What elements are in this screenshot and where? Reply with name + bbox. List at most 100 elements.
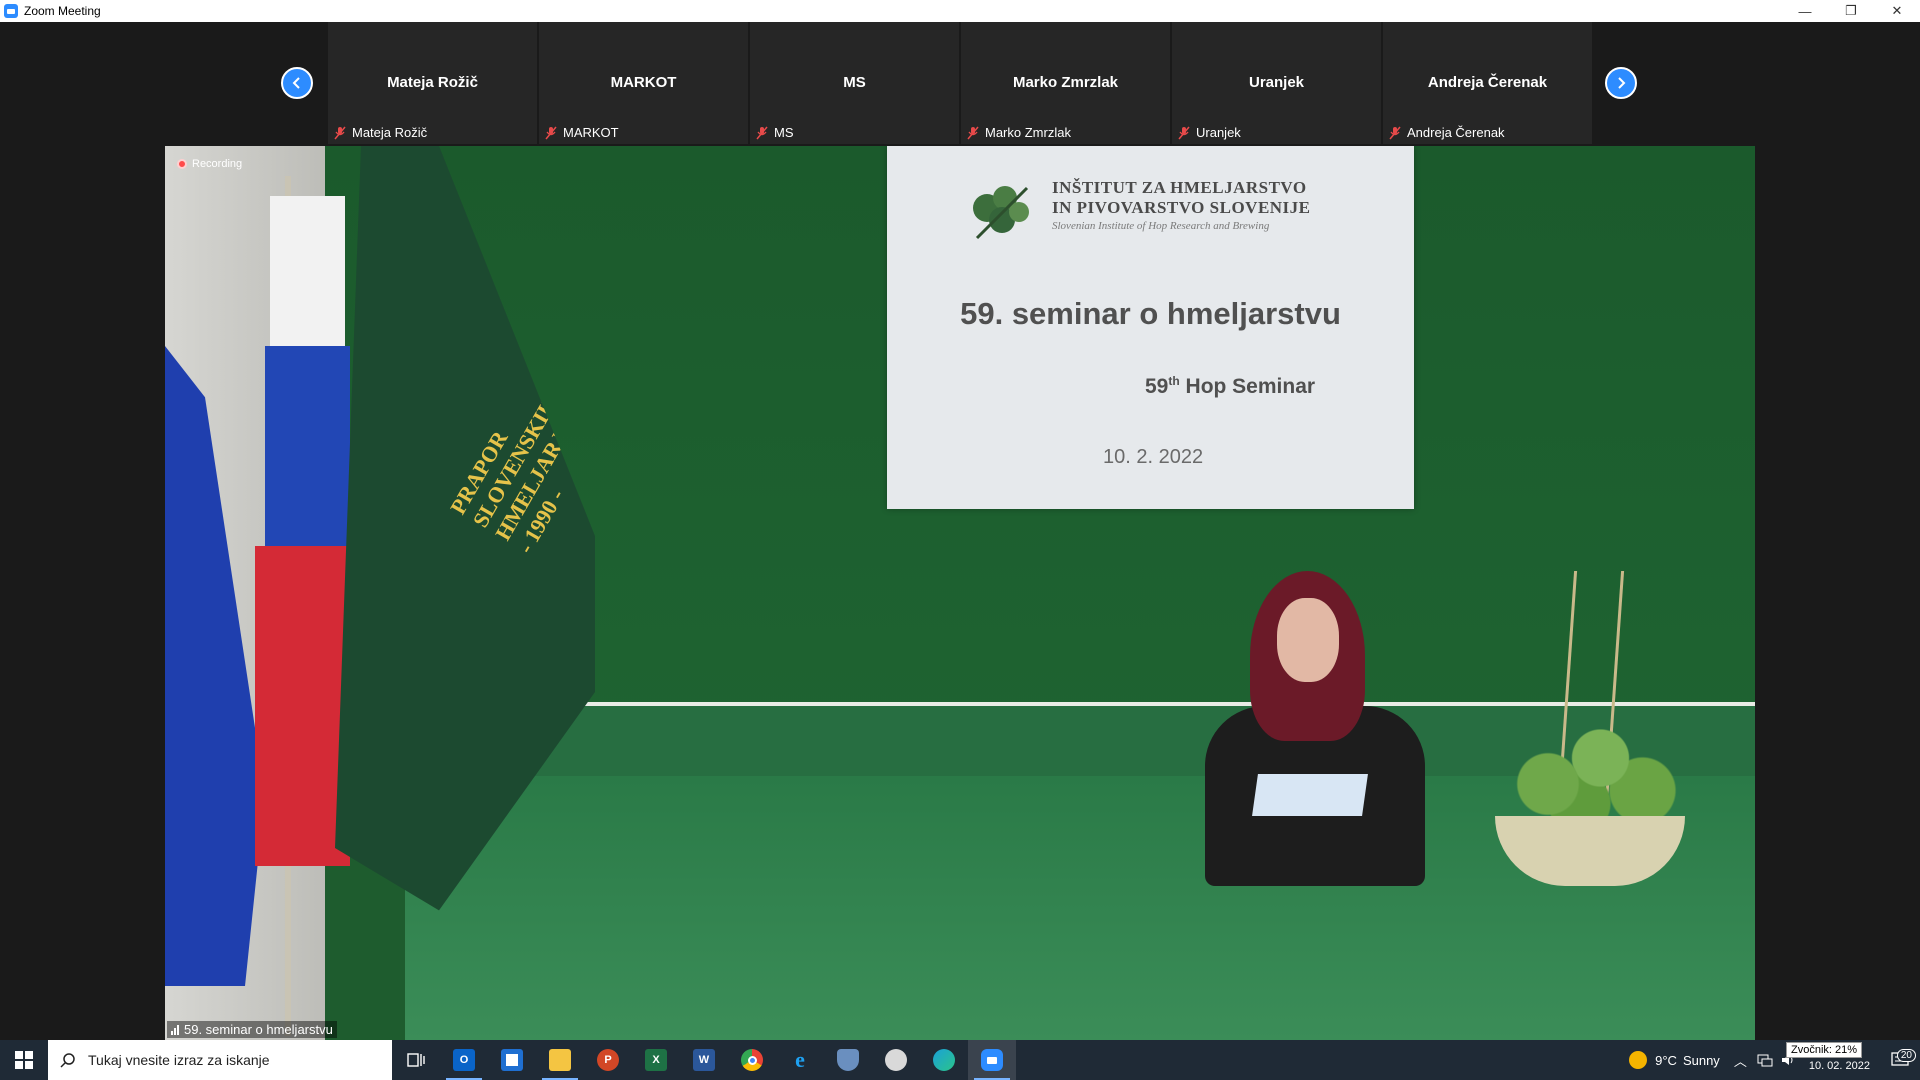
presenter-face bbox=[1277, 598, 1339, 682]
task-view-button[interactable] bbox=[392, 1040, 440, 1080]
edge-icon bbox=[933, 1049, 955, 1071]
system-tray: 9°C Sunny ︿ 10:20 10. 02. 2022 20 bbox=[1629, 1040, 1920, 1080]
slovenian-flag-red bbox=[255, 546, 350, 866]
recording-indicator[interactable]: Recording bbox=[177, 158, 242, 170]
participant-display-name: MARKOT bbox=[610, 74, 677, 91]
taskbar-app-store[interactable] bbox=[488, 1040, 536, 1080]
zoom-icon bbox=[981, 1049, 1003, 1071]
notification-count: 20 bbox=[1896, 1049, 1916, 1062]
taskbar-app-powerpoint[interactable]: P bbox=[584, 1040, 632, 1080]
shield-icon bbox=[837, 1049, 859, 1071]
volume-tooltip: Zvočnik: 21% bbox=[1786, 1042, 1863, 1058]
active-speaker-video[interactable]: INŠTITUT ZA HMELJARSTVO IN PIVOVARSTVO S… bbox=[165, 146, 1755, 1040]
participant-label-text: Marko Zmrzlak bbox=[985, 125, 1071, 140]
seminar-banner: INŠTITUT ZA HMELJARSTVO IN PIVOVARSTVO S… bbox=[887, 146, 1414, 509]
institute-name-english: Slovenian Institute of Hop Research and … bbox=[1052, 220, 1270, 232]
participant-label: Marko Zmrzlak bbox=[967, 125, 1071, 140]
meeting-area: Mateja Rožič Mateja Rožič MARKOT MARKOT … bbox=[0, 22, 1920, 1040]
network-icon[interactable] bbox=[1757, 1053, 1773, 1067]
sun-icon bbox=[1629, 1051, 1648, 1069]
recording-dot-icon bbox=[177, 159, 187, 169]
mic-muted-icon bbox=[1178, 126, 1190, 139]
participant-label-text: Andreja Čerenak bbox=[1407, 125, 1505, 140]
participant-display-name: Andreja Čerenak bbox=[1427, 74, 1548, 91]
taskbar-app-shield[interactable] bbox=[824, 1040, 872, 1080]
taskbar-search-box[interactable]: Tukaj vnesite izraz za iskanje bbox=[48, 1040, 392, 1080]
weather-temperature[interactable]: 9°C bbox=[1655, 1053, 1677, 1068]
minimize-button[interactable]: — bbox=[1782, 0, 1828, 22]
previous-page-button[interactable] bbox=[281, 67, 313, 99]
zoom-app-icon bbox=[4, 4, 18, 18]
institute-name-line2: IN PIVOVARSTVO SLOVENIJE bbox=[1052, 198, 1311, 217]
taskbar-app-word[interactable]: W bbox=[680, 1040, 728, 1080]
participant-display-name: Marko Zmrzlak bbox=[1012, 74, 1119, 91]
taskbar-app-edge[interactable] bbox=[920, 1040, 968, 1080]
institute-name-line1: INŠTITUT ZA HMELJARSTVO bbox=[1052, 178, 1307, 197]
taskbar-app-outlook[interactable]: O bbox=[440, 1040, 488, 1080]
clock-date: 10. 02. 2022 bbox=[1808, 1060, 1870, 1072]
seminar-date: 10. 2. 2022 bbox=[1103, 446, 1204, 468]
next-page-button[interactable] bbox=[1605, 67, 1637, 99]
participant-label: Andreja Čerenak bbox=[1389, 125, 1505, 140]
presenter-paper bbox=[1252, 774, 1368, 816]
speaker-name: 59. seminar o hmeljarstvu bbox=[184, 1022, 333, 1037]
participant-tile[interactable]: MARKOT MARKOT bbox=[539, 22, 748, 144]
windows-logo-icon bbox=[15, 1051, 33, 1069]
chevron-left-icon bbox=[292, 77, 300, 89]
mic-muted-icon bbox=[545, 126, 557, 139]
window-title: Zoom Meeting bbox=[24, 4, 101, 18]
window-title-bar: Zoom Meeting — ❐ ✕ bbox=[0, 0, 1920, 22]
participant-tile[interactable]: Andreja Čerenak Andreja Čerenak bbox=[1383, 22, 1592, 144]
mic-muted-icon bbox=[334, 126, 346, 139]
recording-label: Recording bbox=[192, 158, 243, 170]
signal-strength-icon bbox=[171, 1024, 179, 1035]
excel-icon: X bbox=[645, 1049, 667, 1071]
internet-explorer-icon: e bbox=[795, 1047, 805, 1072]
taskbar-app-chrome[interactable] bbox=[728, 1040, 776, 1080]
close-button[interactable]: ✕ bbox=[1874, 0, 1920, 22]
participant-label-text: MARKOT bbox=[563, 125, 619, 140]
participant-tile[interactable]: Uranjek Uranjek bbox=[1172, 22, 1381, 144]
store-icon bbox=[501, 1049, 523, 1071]
mic-muted-icon bbox=[756, 126, 768, 139]
chevron-up-icon[interactable]: ︿ bbox=[1734, 1051, 1747, 1070]
speaker-name-label: 59. seminar o hmeljarstvu bbox=[167, 1021, 337, 1038]
seminar-ordinal: th bbox=[1168, 374, 1180, 388]
participant-label: Mateja Rožič bbox=[334, 125, 427, 140]
participant-display-name: MS bbox=[843, 74, 866, 91]
taskbar-app-zoom[interactable] bbox=[968, 1040, 1016, 1080]
seminar-title-slovene: 59. seminar o hmeljarstvu bbox=[960, 296, 1341, 331]
seminar-title-english: 59th Hop Seminar bbox=[1145, 374, 1315, 399]
taskbar-app-internet-explorer[interactable]: e bbox=[776, 1040, 824, 1080]
weather-condition[interactable]: Sunny bbox=[1683, 1053, 1720, 1068]
window-controls: — ❐ ✕ bbox=[1782, 0, 1920, 22]
taskbar-app-excel[interactable]: X bbox=[632, 1040, 680, 1080]
outlook-icon: O bbox=[453, 1049, 475, 1071]
search-icon bbox=[60, 1053, 75, 1068]
restore-button[interactable]: ❐ bbox=[1828, 0, 1874, 22]
paint-palette-icon bbox=[885, 1049, 907, 1071]
participant-display-name: Uranjek bbox=[1248, 74, 1305, 91]
windows-taskbar: Tukaj vnesite izraz za iskanje O P X W e… bbox=[0, 1040, 1920, 1080]
participant-tile[interactable]: MS MS bbox=[750, 22, 959, 144]
mic-muted-icon bbox=[1389, 126, 1401, 139]
participant-label-text: MS bbox=[774, 125, 794, 140]
participant-display-name: Mateja Rožič bbox=[387, 74, 478, 91]
hop-logo-icon bbox=[973, 186, 1029, 240]
chrome-icon bbox=[741, 1049, 763, 1071]
notification-center-button[interactable]: 20 bbox=[1880, 1049, 1920, 1068]
participant-label: Uranjek bbox=[1178, 125, 1241, 140]
participant-tile[interactable]: Mateja Rožič Mateja Rožič bbox=[328, 22, 537, 144]
taskbar-app-file-explorer[interactable] bbox=[536, 1040, 584, 1080]
powerpoint-icon: P bbox=[597, 1049, 619, 1071]
chevron-right-icon bbox=[1618, 77, 1626, 89]
search-placeholder: Tukaj vnesite izraz za iskanje bbox=[88, 1052, 270, 1068]
participant-label: MS bbox=[756, 125, 794, 140]
participant-label-text: Mateja Rožič bbox=[352, 125, 428, 140]
participant-tile[interactable]: Marko Zmrzlak Marko Zmrzlak bbox=[961, 22, 1170, 144]
start-button[interactable] bbox=[0, 1040, 48, 1080]
participant-label: MARKOT bbox=[545, 125, 619, 140]
slovenian-flag-blue bbox=[265, 346, 350, 546]
task-view-icon bbox=[407, 1053, 425, 1067]
taskbar-app-paint[interactable] bbox=[872, 1040, 920, 1080]
